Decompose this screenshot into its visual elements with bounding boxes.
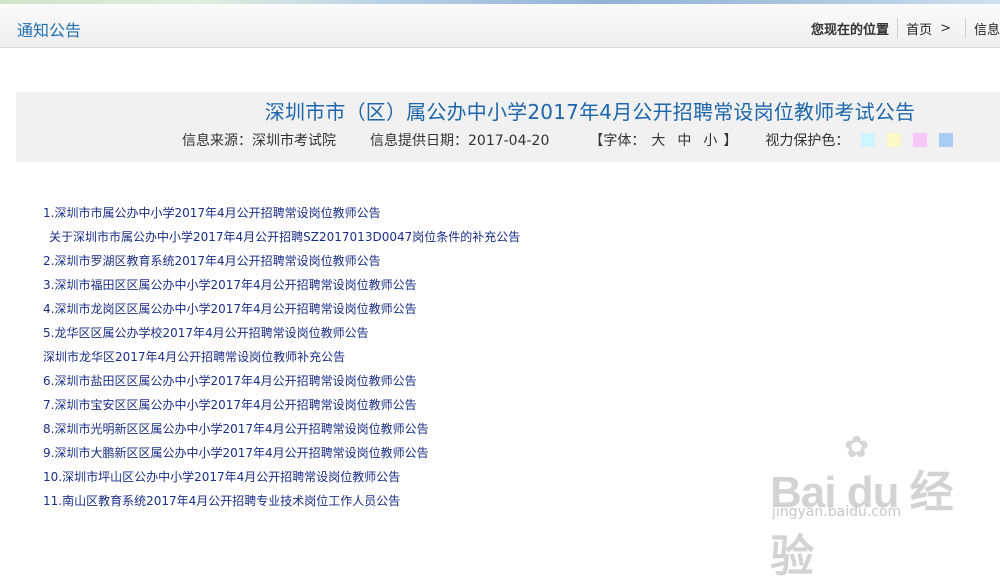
announcement-link[interactable]: 1.深圳市市属公办中小学2017年4月公开招聘常设岗位教师公告 [43, 205, 603, 229]
article-title: 深圳市市（区）属公办中小学2017年4月公开招聘常设岗位教师考试公告 [264, 100, 916, 124]
font-size-small-button[interactable]: 小 [703, 130, 717, 150]
watermark-brand: Bai du 经验 [770, 468, 954, 581]
announcement-link[interactable]: 5.龙华区区属公办学校2017年4月公开招聘常设岗位教师公告 [43, 325, 603, 349]
font-size-label-close: 】 [723, 133, 738, 149]
article-meta: 信息来源：深圳市考试院 信息提供日期：2017-04-20 【字体： 大 中 小… [182, 130, 954, 150]
paw-icon: ✿ [844, 430, 870, 465]
section-header: 通知公告 您现在的位置 首页 > 信息 [0, 4, 1000, 48]
breadcrumb-divider [964, 18, 966, 38]
announcement-link[interactable]: 9.深圳市大鹏新区区属公办中小学2017年4月公开招聘常设岗位教师公告 [43, 445, 603, 469]
announcement-link[interactable]: 关于深圳市市属公办中小学2017年4月公开招聘SZ2017013D0047岗位条… [43, 229, 603, 253]
eye-care-swatch-cyan[interactable] [861, 133, 876, 147]
eye-care-label: 视力保护色： [765, 133, 850, 149]
breadcrumb-divider [897, 18, 899, 38]
announcement-link-list: 1.深圳市市属公办中小学2017年4月公开招聘常设岗位教师公告 关于深圳市市属公办… [43, 205, 603, 517]
font-size-label: 【字体： [589, 133, 646, 149]
section-title: 通知公告 [17, 21, 82, 40]
announcement-link[interactable]: 8.深圳市光明新区区属公办中小学2017年4月公开招聘常设岗位教师公告 [43, 421, 603, 445]
font-size-large-button[interactable]: 大 [651, 130, 665, 150]
breadcrumb-home-link[interactable]: 首页 [906, 19, 932, 38]
breadcrumb-arrow-icon: > [940, 20, 951, 36]
announcement-link[interactable]: 10.深圳市坪山区公办中小学2017年4月公开招聘常设岗位教师公告 [43, 469, 603, 493]
announcement-link[interactable]: 4.深圳市龙岗区区属公办中小学2017年4月公开招聘常设岗位教师公告 [43, 301, 603, 325]
baidu-jingyan-watermark: ✿ Bai du 经验 jingyan.baidu.com [770, 430, 990, 581]
breadcrumb: 您现在的位置 首页 > 信息 [811, 18, 1000, 38]
announcement-link[interactable]: 7.深圳市宝安区区属公办中小学2017年4月公开招聘常设岗位教师公告 [43, 397, 603, 421]
article-header: 深圳市市（区）属公办中小学2017年4月公开招聘常设岗位教师考试公告 信息来源：… [16, 92, 1000, 162]
font-size-medium-button[interactable]: 中 [677, 130, 691, 150]
eye-care-swatch-yellow[interactable] [887, 133, 902, 147]
eye-care-swatch-blue[interactable] [939, 133, 954, 147]
announcement-link[interactable]: 3.深圳市福田区区属公办中小学2017年4月公开招聘常设岗位教师公告 [43, 277, 603, 301]
info-source: 信息来源：深圳市考试院 [182, 133, 336, 149]
watermark-url: jingyan.baidu.com [772, 504, 902, 520]
breadcrumb-current-link[interactable]: 信息 [974, 19, 1000, 38]
announcement-link[interactable]: 深圳市龙华区2017年4月公开招聘常设岗位教师补充公告 [43, 349, 603, 373]
announcement-link[interactable]: 11.南山区教育系统2017年4月公开招聘专业技术岗位工作人员公告 [43, 493, 603, 517]
announcement-link[interactable]: 6.深圳市盐田区区属公办中小学2017年4月公开招聘常设岗位教师公告 [43, 373, 603, 397]
announcement-link[interactable]: 2.深圳市罗湖区教育系统2017年4月公开招聘常设岗位教师公告 [43, 253, 603, 277]
breadcrumb-lead: 您现在的位置 [811, 22, 890, 38]
eye-care-swatch-pink[interactable] [913, 133, 928, 147]
info-date: 信息提供日期：2017-04-20 [370, 133, 550, 149]
